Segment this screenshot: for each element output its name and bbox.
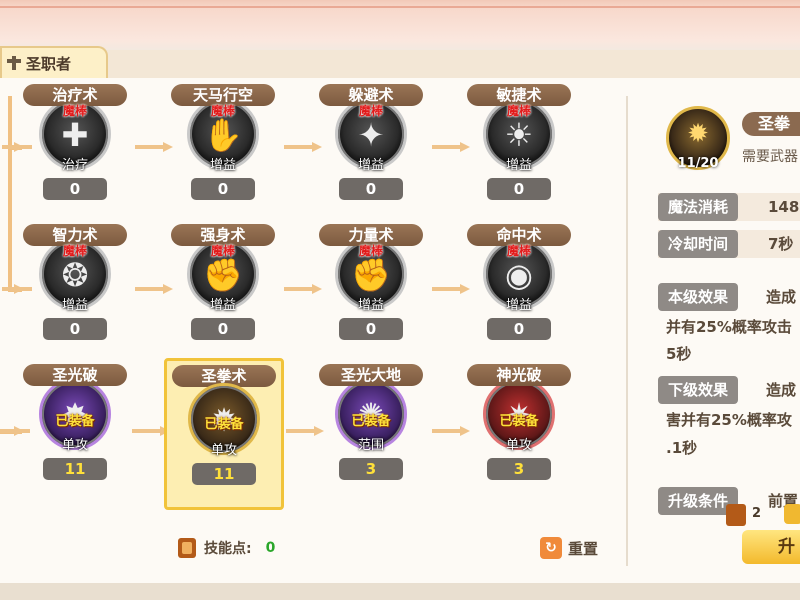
skill-type: 增益 xyxy=(61,298,89,313)
weapon-tag: 魔棒 xyxy=(506,104,532,118)
skill-name: 圣光破 xyxy=(23,364,127,386)
current-effect-row: 本级效果 造成 xyxy=(658,283,800,311)
skill-type: 增益 xyxy=(209,298,237,313)
skill-book-icon xyxy=(726,504,746,526)
skill-points: 技能点: 0 xyxy=(178,538,275,558)
skill-node-intellect[interactable]: ❂ 智力术 魔棒 增益 0 xyxy=(20,224,130,342)
cooldown-label: 冷却时间 xyxy=(658,230,739,258)
skill-points-value: 0 xyxy=(265,540,276,556)
equipped-badge: 已装备 xyxy=(351,414,391,429)
skill-type: 增益 xyxy=(209,158,237,173)
current-effect-label: 本级效果 xyxy=(658,283,739,311)
skill-level: 0 xyxy=(43,318,107,340)
skill-level: 0 xyxy=(43,178,107,200)
next-effect-label: 下级效果 xyxy=(658,376,739,404)
selected-skill-name: 圣拳 xyxy=(742,112,800,136)
skill-level: 11 xyxy=(192,463,256,485)
cooldown-value: 7秒 xyxy=(768,235,794,253)
reset-button[interactable]: ↻ 重置 xyxy=(540,537,598,559)
tab-clergy[interactable]: 圣职者 xyxy=(0,46,108,78)
skill-level: 0 xyxy=(487,178,551,200)
skill-level: 0 xyxy=(339,178,403,200)
current-effect-text: 造成 xyxy=(766,288,797,306)
skill-points-label: 技能点: xyxy=(204,541,252,557)
reset-icon: ↻ xyxy=(540,537,562,559)
weapon-tag: 魔棒 xyxy=(210,244,236,258)
weapon-tag: 魔棒 xyxy=(358,104,384,118)
skill-level: 3 xyxy=(339,458,403,480)
weapon-tag: 魔棒 xyxy=(62,244,88,258)
skill-node-agility[interactable]: ☀ 敏捷术 魔棒 增益 0 xyxy=(464,84,574,202)
skill-type: 增益 xyxy=(357,158,385,173)
selected-skill-requirement: 需要武器 xyxy=(742,149,798,165)
weapon-tag: 魔棒 xyxy=(62,104,88,118)
tree-trunk xyxy=(8,96,12,290)
cross-icon xyxy=(6,55,22,71)
skill-type: 范围 xyxy=(357,438,385,453)
tab-label: 圣职者 xyxy=(26,54,72,73)
skill-node-pegasus[interactable]: ✋ 天马行空 魔棒 增益 0 xyxy=(168,84,278,202)
skill-name: 神光破 xyxy=(467,364,571,386)
skill-name: 圣光大地 xyxy=(319,364,423,386)
skill-type: 治疗 xyxy=(61,158,89,173)
skill-type: 单攻 xyxy=(61,438,89,453)
cooldown-row: 冷却时间 7秒 xyxy=(658,230,800,258)
skill-level: 0 xyxy=(191,318,255,340)
weapon-tag: 魔棒 xyxy=(506,244,532,258)
panel-divider xyxy=(626,96,628,566)
skill-node-holy-earth[interactable]: ✺ 圣光大地 已装备 范围 3 xyxy=(316,364,426,482)
weapon-tag: 魔棒 xyxy=(358,244,384,258)
equipped-badge: 已装备 xyxy=(55,414,95,429)
upgrade-book-count: 2 xyxy=(752,506,762,521)
selected-skill-level: 11/20 xyxy=(677,156,719,171)
skill-node-evade[interactable]: ✦ 躲避术 魔棒 增益 0 xyxy=(316,84,426,202)
current-effect-line: 并有25%概率攻击 xyxy=(666,318,792,336)
current-effect-line: 5秒 xyxy=(666,345,692,363)
next-effect-row: 下级效果 造成 xyxy=(658,376,800,404)
weapon-tag: 魔棒 xyxy=(210,104,236,118)
skill-level: 0 xyxy=(487,318,551,340)
skill-node-heal[interactable]: ✚ 治疗术 魔棒 治疗 0 xyxy=(20,84,130,202)
next-effect-line: .1秒 xyxy=(666,439,698,457)
mana-cost-label: 魔法消耗 xyxy=(658,193,739,221)
skill-node-holy-fist[interactable]: 圣拳术 ✹ 已装备 单攻 11 xyxy=(164,358,284,510)
skill-node-fortify[interactable]: ✊ 强身术 魔棒 增益 0 xyxy=(168,224,278,342)
skill-type: 单攻 xyxy=(210,443,238,458)
skill-node-divine-break[interactable]: ✷ 神光破 已装备 单攻 3 xyxy=(464,364,574,482)
skill-level: 0 xyxy=(191,178,255,200)
next-effect-text: 造成 xyxy=(766,381,797,399)
skill-type: 增益 xyxy=(357,298,385,313)
skill-type: 增益 xyxy=(505,158,533,173)
reset-label: 重置 xyxy=(568,539,599,558)
equipped-badge: 已装备 xyxy=(204,417,244,432)
top-frame xyxy=(0,0,800,50)
skill-level: 11 xyxy=(43,458,107,480)
next-effect-line: 害并有25%概率攻 xyxy=(666,411,792,429)
mana-cost-value: 148 xyxy=(768,198,800,216)
skill-level: 0 xyxy=(339,318,403,340)
bottom-band xyxy=(0,583,800,600)
gift-icon xyxy=(784,504,800,524)
skill-type: 增益 xyxy=(505,298,533,313)
skill-node-holy-break[interactable]: ✸ 圣光破 已装备 单攻 11 xyxy=(20,364,130,482)
skill-book-icon xyxy=(178,538,196,558)
upgrade-button[interactable]: 升 xyxy=(742,530,800,564)
skill-node-accuracy[interactable]: ◉ 命中术 魔棒 增益 0 xyxy=(464,224,574,342)
mana-cost-row: 魔法消耗 148 xyxy=(658,193,800,221)
skill-type: 单攻 xyxy=(505,438,533,453)
equipped-badge: 已装备 xyxy=(499,414,539,429)
skill-level: 3 xyxy=(487,458,551,480)
skill-node-strength[interactable]: ✊ 力量术 魔棒 增益 0 xyxy=(316,224,426,342)
